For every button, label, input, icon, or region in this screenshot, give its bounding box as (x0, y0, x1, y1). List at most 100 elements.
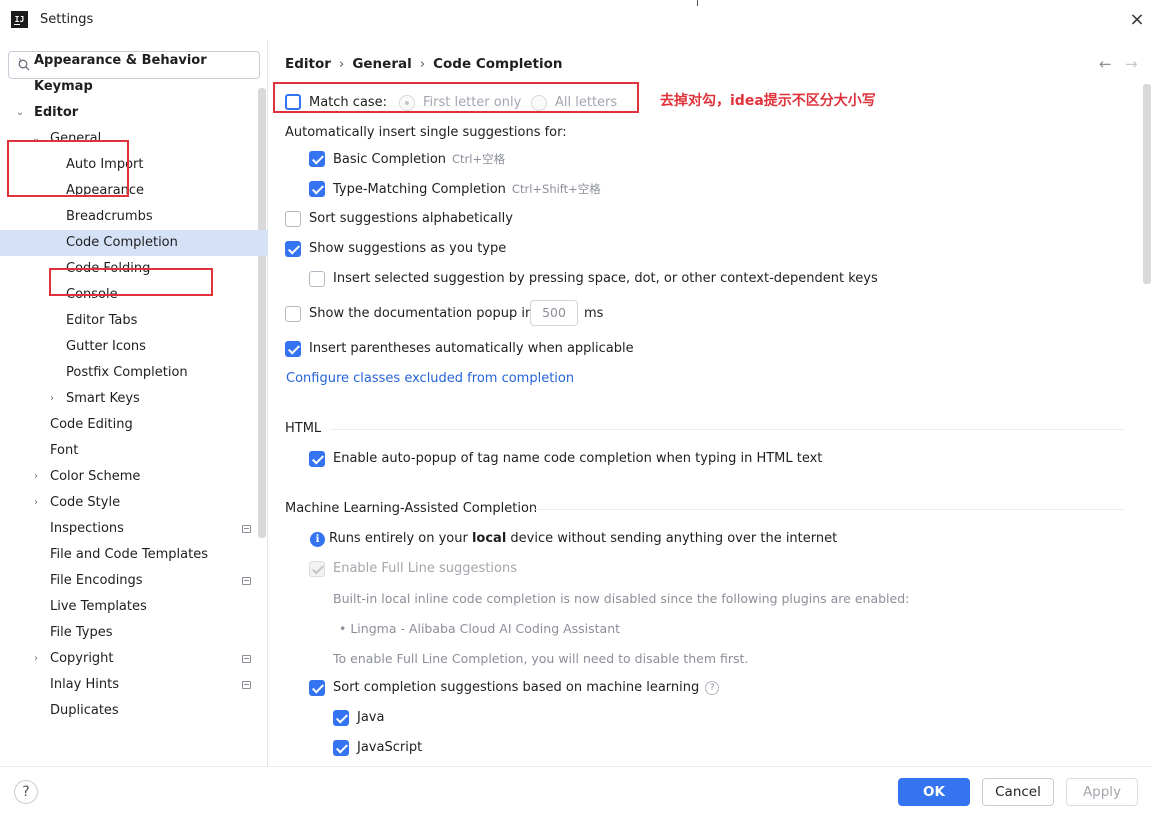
insert-selected-checkbox[interactable] (309, 271, 325, 287)
sidebar-item-gutter-icons[interactable]: Gutter Icons (0, 334, 268, 360)
chevron-right-icon[interactable]: › (46, 386, 58, 412)
annotation-note: 去掉对勾，idea提示不区分大小写 (660, 93, 876, 109)
javascript-checkbox[interactable] (333, 740, 349, 756)
doc-popup-delay-input[interactable]: 500 (530, 300, 578, 326)
java-label: Java (357, 710, 385, 725)
match-case-checkbox[interactable] (285, 94, 301, 110)
insert-parens-label: Insert parentheses automatically when ap… (309, 341, 634, 356)
all-letters-radio[interactable] (531, 95, 547, 111)
close-icon[interactable]: × (1126, 9, 1148, 31)
sort-alpha-checkbox[interactable] (285, 211, 301, 227)
sidebar-item-label: Copyright (50, 651, 114, 666)
sidebar-item-file-types[interactable]: File Types (0, 620, 268, 646)
type-matching-checkbox[interactable] (309, 181, 325, 197)
sidebar-item-color-scheme[interactable]: › Color Scheme (0, 464, 268, 490)
basic-completion-text: Basic Completion (333, 152, 447, 167)
sidebar-item-label: File Encodings (50, 573, 143, 588)
window-title: Settings (40, 12, 94, 27)
breadcrumb-item[interactable]: General (352, 56, 411, 72)
ok-button[interactable]: OK (898, 778, 970, 806)
basic-completion-shortcut: Ctrl+空格 (452, 152, 506, 166)
chevron-right-icon[interactable]: › (30, 464, 42, 490)
project-settings-icon (242, 655, 251, 663)
sidebar-item-label: Live Templates (50, 599, 147, 614)
content-scrollbar[interactable] (1143, 84, 1151, 284)
full-line-disabled-note: Built-in local inline code completion is… (333, 591, 910, 606)
sidebar-item-appearance[interactable]: Appearance (0, 178, 268, 204)
chevron-right-icon[interactable]: › (30, 490, 42, 516)
sidebar-item-copyright[interactable]: › Copyright (0, 646, 268, 672)
sidebar-item-file-code-templates[interactable]: File and Code Templates (0, 542, 268, 568)
help-button[interactable]: ? (14, 780, 38, 804)
sidebar-item-inspections[interactable]: Inspections (0, 516, 268, 542)
full-line-label: Enable Full Line suggestions (333, 561, 517, 576)
help-circle-icon[interactable]: ? (705, 681, 720, 695)
sidebar-item-label: Code Completion (66, 235, 178, 250)
sidebar-item-auto-import[interactable]: Auto Import (0, 152, 268, 178)
configure-excluded-link[interactable]: Configure classes excluded from completi… (286, 371, 574, 386)
cancel-button[interactable]: Cancel (982, 778, 1054, 806)
java-checkbox[interactable] (333, 710, 349, 726)
sidebar-item-code-style[interactable]: › Code Style (0, 490, 268, 516)
sidebar-item-keymap[interactable]: Keymap (0, 74, 268, 100)
sidebar-item-duplicates[interactable]: Duplicates (0, 698, 268, 724)
ml-info-text-pre: Runs entirely on your (329, 531, 472, 546)
sort-ml-checkbox[interactable] (309, 680, 325, 696)
chevron-right-icon[interactable]: › (14, 48, 26, 74)
sidebar-item-editor-tabs[interactable]: Editor Tabs (0, 308, 268, 334)
sidebar-item-console[interactable]: Console (0, 282, 268, 308)
match-case-label: Match case: (309, 95, 388, 110)
title-bar: IJ Settings × (0, 0, 1153, 40)
sidebar-item-live-templates[interactable]: Live Templates (0, 594, 268, 620)
full-line-checkbox[interactable] (309, 561, 325, 577)
ml-section-title: Machine Learning-Assisted Completion (285, 501, 538, 516)
apply-button[interactable]: Apply (1066, 778, 1138, 806)
sidebar-item-general[interactable]: ⌄ General (0, 126, 268, 152)
sidebar-item-label: File Types (50, 625, 113, 640)
chevron-right-icon[interactable]: › (30, 646, 42, 672)
info-icon: i (310, 532, 325, 547)
ml-info-text-bold: local (471, 531, 507, 546)
sidebar-item-smart-keys[interactable]: › Smart Keys (0, 386, 268, 412)
ml-info-text-post: device without sending anything over the… (506, 531, 838, 546)
project-settings-icon (242, 681, 251, 689)
html-section-title: HTML (285, 421, 322, 436)
basic-completion-label: Basic Completion Ctrl+空格 (333, 151, 505, 167)
chevron-down-icon[interactable]: ⌄ (30, 126, 42, 152)
sidebar-item-postfix-completion[interactable]: Postfix Completion (0, 360, 268, 386)
sidebar-item-label: Code Folding (66, 261, 151, 276)
intellij-logo-icon: IJ (11, 11, 28, 28)
doc-popup-checkbox[interactable] (285, 306, 301, 322)
first-letter-only-radio[interactable] (399, 95, 415, 111)
html-auto-popup-checkbox[interactable] (309, 451, 325, 467)
basic-completion-checkbox[interactable] (309, 151, 325, 167)
sidebar-item-editor[interactable]: ⌄ Editor (0, 100, 268, 126)
html-auto-popup-label: Enable auto-popup of tag name code compl… (333, 451, 823, 466)
chevron-down-icon[interactable]: ⌄ (14, 100, 26, 126)
sidebar-item-label: Editor Tabs (66, 313, 138, 328)
sort-ml-label: Sort completion suggestions based on mac… (333, 680, 720, 695)
sidebar-item-code-folding[interactable]: Code Folding (0, 256, 268, 282)
sidebar-item-inlay-hints[interactable]: Inlay Hints (0, 672, 268, 698)
sidebar-item-label: Font (50, 443, 79, 458)
dialog-footer: ? OK Cancel Apply (0, 766, 1153, 816)
sidebar-item-file-encodings[interactable]: File Encodings (0, 568, 268, 594)
insert-parens-checkbox[interactable] (285, 341, 301, 357)
forward-arrow-icon[interactable]: → (1125, 55, 1138, 73)
sidebar-item-label: Postfix Completion (66, 365, 188, 380)
full-line-enable-note: To enable Full Line Completion, you will… (333, 651, 749, 666)
sidebar-item-label: Editor (34, 105, 79, 120)
breadcrumb-item[interactable]: Editor (285, 56, 331, 72)
sidebar-item-appearance-behavior[interactable]: › Appearance & Behavior (0, 48, 268, 74)
sidebar-item-label: Console (66, 287, 118, 302)
sidebar-item-code-editing[interactable]: Code Editing (0, 412, 268, 438)
type-matching-text: Type-Matching Completion (333, 182, 506, 197)
sidebar-item-label: General (50, 131, 102, 146)
sidebar-item-breadcrumbs[interactable]: Breadcrumbs (0, 204, 268, 230)
breadcrumb: Editor › General › Code Completion (285, 56, 563, 72)
back-arrow-icon[interactable]: ← (1099, 55, 1112, 73)
sidebar-item-code-completion[interactable]: Code Completion (0, 230, 268, 256)
show-as-you-type-checkbox[interactable] (285, 241, 301, 257)
doc-popup-label: Show the documentation popup in (309, 306, 534, 321)
sidebar-item-font[interactable]: Font (0, 438, 268, 464)
